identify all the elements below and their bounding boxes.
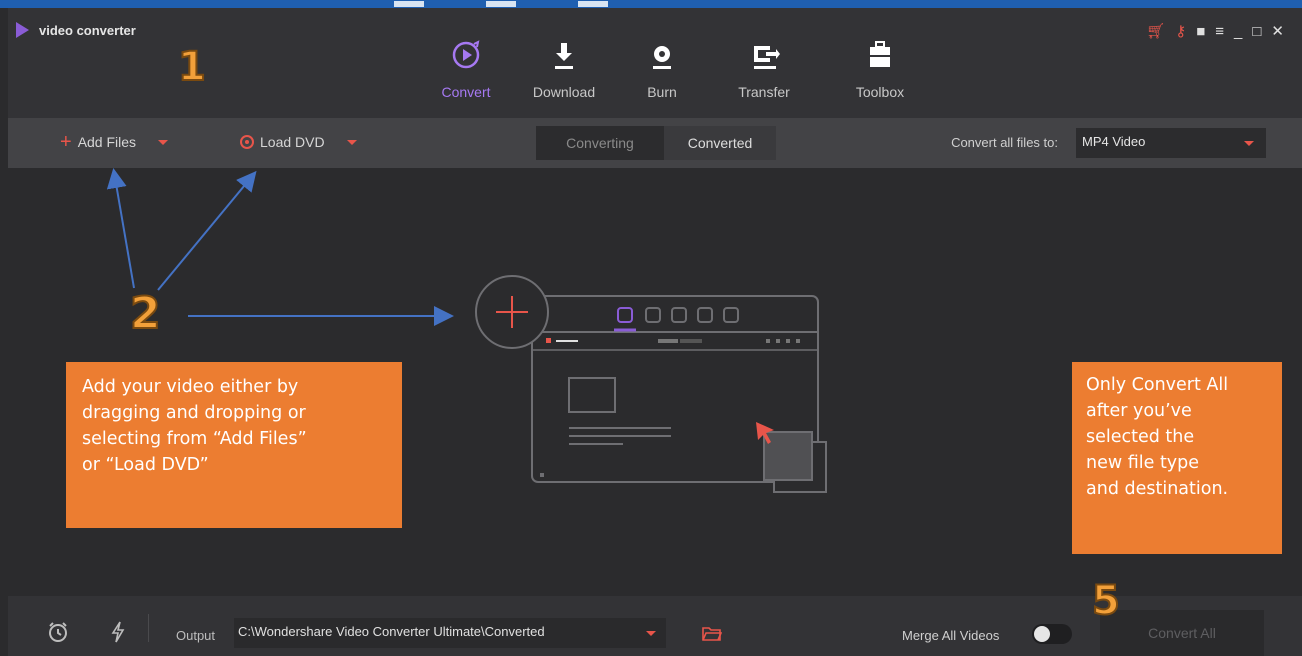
- chevron-down-icon: [646, 631, 656, 636]
- toggle-knob: [1034, 626, 1050, 642]
- callout-line: and destination.: [1086, 479, 1229, 499]
- divider: [148, 614, 149, 642]
- drop-illustration-and-arrows: [106, 168, 827, 493]
- callout-line: Only Convert All: [1086, 375, 1229, 395]
- schedule-alarm-icon[interactable]: [46, 620, 70, 644]
- drop-zone-illustration[interactable]: [475, 275, 827, 493]
- open-folder-icon[interactable]: [702, 626, 722, 642]
- callout-line: Add your video either by: [82, 377, 299, 397]
- merge-all-videos-label: Merge All Videos: [902, 628, 1000, 643]
- callout-line: dragging and dropping or: [82, 403, 306, 423]
- callout-line: selected the: [1086, 427, 1195, 447]
- convert-all-button[interactable]: Convert All: [1100, 610, 1264, 656]
- annotation-step-2: 2: [129, 287, 162, 340]
- annotation-step-5: 5: [1091, 577, 1121, 625]
- arrow-to-load-dvd: [157, 170, 257, 291]
- output-label: Output: [176, 628, 216, 643]
- callout-line: selecting from “Add Files”: [82, 429, 307, 449]
- merge-all-videos-toggle[interactable]: [1032, 624, 1072, 644]
- output-path-select[interactable]: C:\Wondershare Video Converter Ultimate\…: [234, 618, 666, 648]
- callout-line: after you’ve: [1086, 401, 1192, 421]
- instruction-callout-convert-all: Only Convert All after you’ve selected t…: [1072, 362, 1282, 554]
- high-speed-icon[interactable]: [110, 620, 126, 644]
- output-path-value: C:\Wondershare Video Converter Ultimate\…: [238, 624, 545, 639]
- callout-line: or “Load DVD”: [82, 455, 209, 475]
- arrow-to-add-files: [106, 168, 135, 289]
- callout-line: new file type: [1086, 453, 1200, 473]
- instruction-callout-add-video: Add your video either by dragging and dr…: [66, 362, 402, 528]
